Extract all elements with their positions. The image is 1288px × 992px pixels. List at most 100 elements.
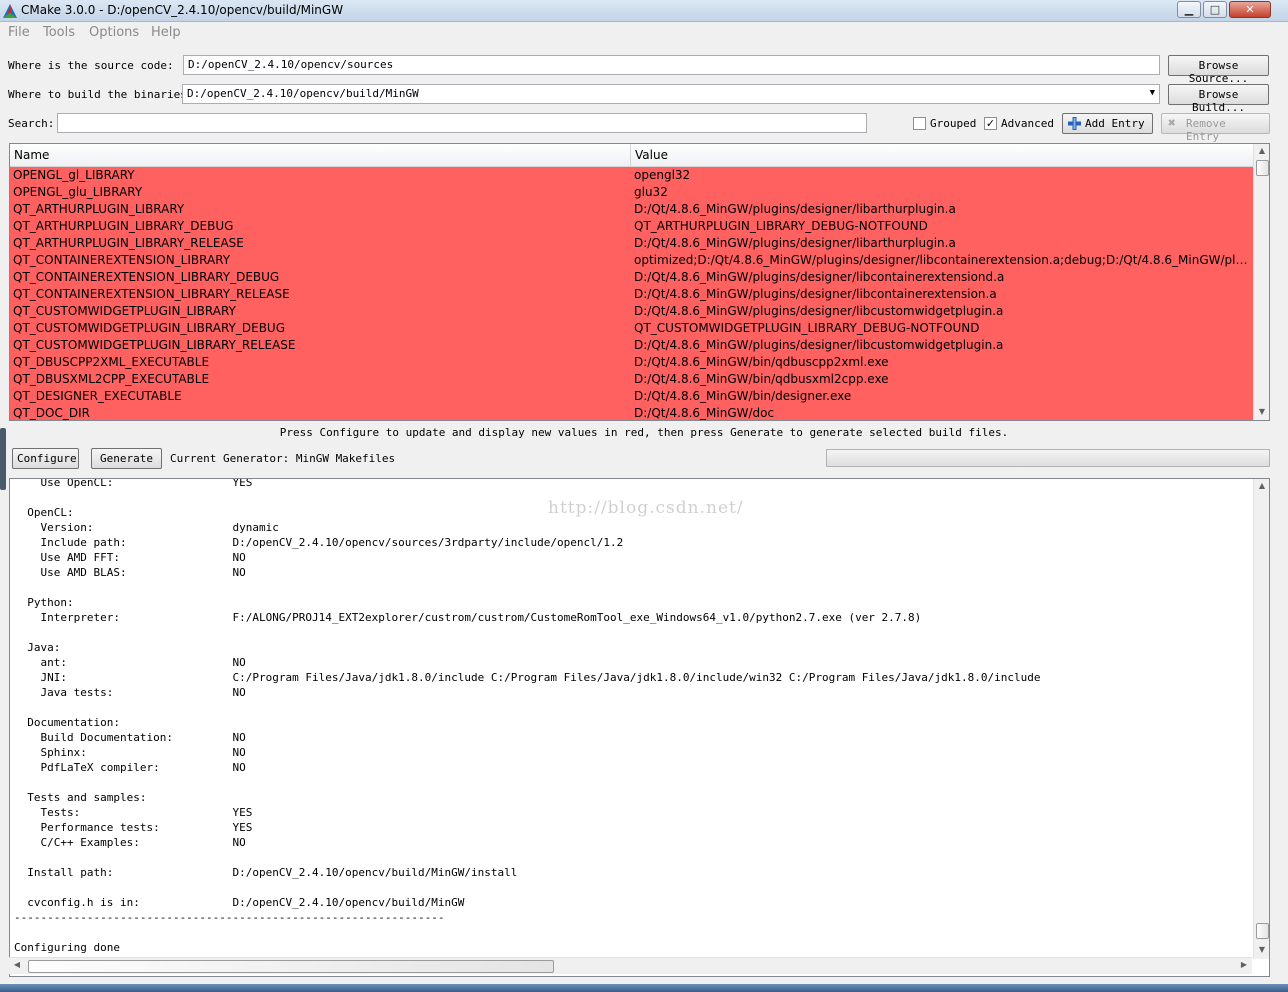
title-bar[interactable]: CMake 3.0.0 - D:/openCV_2.4.10/opencv/bu… (0, 0, 1288, 22)
entry-name: QT_ARTHURPLUGIN_LIBRARY_RELEASE (13, 236, 244, 250)
remove-entry-button[interactable]: ✖ Remove Entry (1161, 113, 1270, 143)
entry-value[interactable]: glu32 (634, 184, 1250, 201)
output-line: Performance tests: YES (14, 821, 253, 834)
entry-value[interactable]: QT_CUSTOMWIDGETPLUGIN_LIBRARY_DEBUG-NOTF… (634, 320, 1250, 337)
minimize-button[interactable]: ▁ (1177, 1, 1201, 18)
horizontal-scroll-thumb[interactable] (28, 960, 554, 973)
scroll-right-icon[interactable]: ▶ (1236, 960, 1252, 969)
entry-value[interactable]: D:/Qt/4.8.6_MinGW/bin/qdbusxml2cpp.exe (634, 371, 1250, 388)
entry-value[interactable]: D:/Qt/4.8.6_MinGW/plugins/designer/libar… (634, 235, 1250, 252)
table-row[interactable]: QT_CUSTOMWIDGETPLUGIN_LIBRARY D:/Qt/4.8.6… (10, 303, 1253, 320)
output-log[interactable]: Use OpenCL: YES OpenCL: Version: dynamic… (9, 478, 1270, 977)
table-row[interactable]: QT_DESIGNER_EXECUTABLE D:/Qt/4.8.6_MinGW/… (10, 388, 1253, 405)
grouped-label: Grouped (930, 117, 977, 130)
configure-button[interactable]: Configure (12, 448, 79, 469)
output-line: Version: dynamic (14, 521, 279, 534)
hint-text: Press Configure to update and display ne… (279, 426, 1009, 439)
output-line: OpenCL: (14, 506, 74, 519)
close-button[interactable]: ✕ (1229, 1, 1271, 18)
output-line: Java: (14, 641, 61, 654)
watermark-text: http://blog.csdn.net/ (548, 498, 744, 518)
column-divider[interactable] (630, 144, 631, 167)
table-scrollbar[interactable]: ▲ ▼ (1253, 144, 1269, 420)
table-row[interactable]: QT_ARTHURPLUGIN_LIBRARY_RELEASE D:/Qt/4.8… (10, 235, 1253, 252)
entry-name: OPENGL_glu_LIBRARY (13, 185, 143, 199)
output-line: Tests and samples: (14, 791, 147, 804)
table-row[interactable]: QT_CONTAINEREXTENSION_LIBRARY optimized;D… (10, 252, 1253, 269)
browse-source-button[interactable]: Browse Source... (1168, 55, 1269, 85)
entry-value[interactable]: D:/Qt/4.8.6_MinGW/bin/designer.exe (634, 388, 1250, 405)
build-path-combo[interactable]: D:/openCV_2.4.10/opencv/build/MinGW ▼ (182, 84, 1160, 104)
table-row[interactable]: QT_DBUSXML2CPP_EXECUTABLE D:/Qt/4.8.6_Min… (10, 371, 1253, 388)
chevron-down-icon[interactable]: ▼ (1150, 88, 1155, 98)
output-line: Python: (14, 596, 74, 609)
output-line: ant: NO (14, 656, 246, 669)
entry-value[interactable]: D:/Qt/4.8.6_MinGW/plugins/designer/libcu… (634, 337, 1250, 354)
menu-file[interactable]: File (8, 25, 30, 40)
entry-value[interactable]: D:/Qt/4.8.6_MinGW/plugins/designer/libcu… (634, 303, 1250, 320)
entry-value[interactable]: D:/Qt/4.8.6_MinGW/plugins/designer/libar… (634, 201, 1250, 218)
maximize-button[interactable]: □ (1203, 1, 1227, 18)
entry-name: QT_CONTAINEREXTENSION_LIBRARY_RELEASE (13, 287, 290, 301)
entry-value[interactable]: opengl32 (634, 167, 1250, 184)
output-scrollbar[interactable]: ▲ ▼ (1253, 479, 1269, 959)
grouped-checkbox[interactable] (913, 117, 926, 130)
entry-name: QT_CONTAINEREXTENSION_LIBRARY (13, 253, 231, 267)
scroll-up-icon[interactable]: ▲ (1254, 481, 1269, 490)
scroll-left-icon[interactable]: ◀ (9, 960, 25, 969)
entry-value[interactable]: D:/Qt/4.8.6_MinGW/plugins/designer/libco… (634, 269, 1250, 286)
search-input[interactable] (57, 113, 867, 133)
column-header-name[interactable]: Name (14, 148, 49, 162)
scroll-down-icon[interactable]: ▼ (1254, 945, 1269, 954)
output-horizontal-scrollbar[interactable]: ◀ ▶ (9, 957, 1252, 974)
table-row[interactable]: OPENGL_gl_LIBRARY opengl32 (10, 167, 1253, 184)
table-row[interactable]: QT_DOC_DIR D:/Qt/4.8.6_MinGW/doc (10, 405, 1253, 420)
menu-tools[interactable]: Tools (43, 25, 75, 40)
window-title: CMake 3.0.0 - D:/openCV_2.4.10/opencv/bu… (21, 3, 344, 17)
output-line: Use AMD FFT: NO (14, 551, 246, 564)
entry-value[interactable]: optimized;D:/Qt/4.8.6_MinGW/plugins/desi… (634, 252, 1250, 269)
table-row[interactable]: QT_CUSTOMWIDGETPLUGIN_LIBRARY_RELEASE D:/… (10, 337, 1253, 354)
scroll-thumb[interactable] (1256, 160, 1269, 176)
cmake-logo-icon (3, 4, 17, 18)
table-row[interactable]: QT_ARTHURPLUGIN_LIBRARY_DEBUG QT_ARTHURPL… (10, 218, 1253, 235)
entry-value[interactable]: D:/Qt/4.8.6_MinGW/plugins/designer/libco… (634, 286, 1250, 303)
table-row[interactable]: QT_CONTAINEREXTENSION_LIBRARY_RELEASE D:/… (10, 286, 1253, 303)
output-line: Sphinx: NO (14, 746, 246, 759)
cache-table[interactable]: Name Value OPENGL_gl_LIBRARY opengl32 OPEN… (9, 143, 1270, 421)
output-line: Java tests: NO (14, 686, 246, 699)
build-path-value: D:/openCV_2.4.10/opencv/build/MinGW (187, 87, 419, 100)
menu-bar: File Tools Options Help (0, 22, 1288, 44)
output-line: JNI: C:/Program Files/Java/jdk1.8.0/incl… (14, 671, 1041, 684)
menu-options[interactable]: Options (89, 25, 139, 40)
source-path-field[interactable]: D:/openCV_2.4.10/opencv/sources (183, 55, 1160, 75)
table-row[interactable]: QT_CONTAINEREXTENSION_LIBRARY_DEBUG D:/Qt… (10, 269, 1253, 286)
entry-name: QT_DOC_DIR (13, 406, 90, 420)
scroll-thumb[interactable] (1256, 923, 1269, 939)
table-row[interactable]: QT_ARTHURPLUGIN_LIBRARY D:/Qt/4.8.6_MinGW… (10, 201, 1253, 218)
menu-help[interactable]: Help (151, 25, 181, 40)
browse-build-button[interactable]: Browse Build... (1168, 84, 1269, 114)
table-row[interactable]: OPENGL_glu_LIBRARY glu32 (10, 184, 1253, 201)
column-header-value[interactable]: Value (635, 148, 668, 162)
generate-button[interactable]: Generate (91, 448, 162, 469)
entry-name: QT_DBUSXML2CPP_EXECUTABLE (13, 372, 210, 386)
table-row[interactable]: QT_CUSTOMWIDGETPLUGIN_LIBRARY_DEBUG QT_CU… (10, 320, 1253, 337)
output-line: PdfLaTeX compiler: NO (14, 761, 246, 774)
entry-value[interactable]: QT_ARTHURPLUGIN_LIBRARY_DEBUG-NOTFOUND (634, 218, 1250, 235)
scroll-down-icon[interactable]: ▼ (1254, 407, 1269, 416)
entry-value[interactable]: D:/Qt/4.8.6_MinGW/bin/qdbuscpp2xml.exe (634, 354, 1250, 371)
entry-value[interactable]: D:/Qt/4.8.6_MinGW/doc (634, 405, 1250, 420)
add-entry-button[interactable]: Add Entry (1062, 113, 1153, 134)
entry-name: QT_DBUSCPP2XML_EXECUTABLE (13, 355, 210, 369)
output-line: Use AMD BLAS: NO (14, 566, 246, 579)
table-row[interactable]: QT_DBUSCPP2XML_EXECUTABLE D:/Qt/4.8.6_Min… (10, 354, 1253, 371)
advanced-checkbox[interactable]: ✓ (984, 117, 997, 130)
search-label: Search: (8, 117, 55, 130)
scroll-up-icon[interactable]: ▲ (1254, 146, 1269, 155)
output-line: Interpreter: F:/ALONG/PROJ14_EXT2explore… (14, 611, 922, 624)
entry-name: QT_CONTAINEREXTENSION_LIBRARY_DEBUG (13, 270, 280, 284)
